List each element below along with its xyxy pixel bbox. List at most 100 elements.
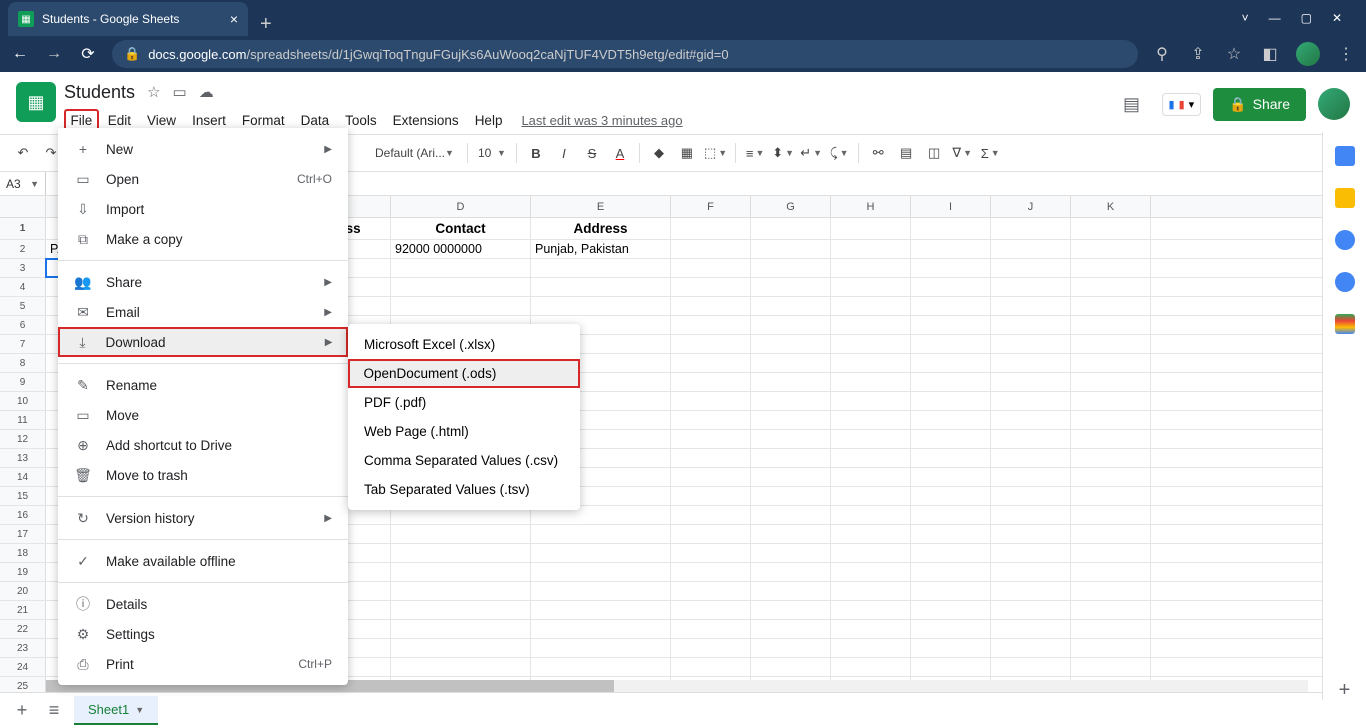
cell[interactable]	[391, 639, 531, 657]
row-header[interactable]: 9	[0, 373, 46, 391]
cell[interactable]	[531, 620, 671, 638]
name-box[interactable]: A3▼	[0, 172, 46, 195]
menu-help[interactable]: Help	[468, 109, 510, 132]
row-header[interactable]: 19	[0, 563, 46, 581]
file-menu-move-to-trash[interactable]: 🗑Move to trash	[58, 460, 348, 490]
cell[interactable]	[911, 218, 991, 239]
row-header[interactable]: 8	[0, 354, 46, 372]
cell[interactable]	[911, 373, 991, 391]
browser-tab[interactable]: Students - Google Sheets ×	[8, 2, 248, 36]
cell[interactable]	[991, 639, 1071, 657]
file-menu-new[interactable]: +New▶	[58, 134, 348, 164]
row-header[interactable]: 1	[0, 218, 46, 239]
cell[interactable]	[671, 240, 751, 258]
cell[interactable]	[831, 240, 911, 258]
cell[interactable]	[531, 658, 671, 676]
cell[interactable]	[671, 658, 751, 676]
row-header[interactable]: 5	[0, 297, 46, 315]
row-header[interactable]: 6	[0, 316, 46, 334]
cell[interactable]	[671, 218, 751, 239]
cell[interactable]	[831, 316, 911, 334]
close-tab-icon[interactable]: ×	[230, 11, 238, 27]
cell[interactable]: Punjab, Pakistan	[531, 240, 671, 258]
rotate-icon[interactable]: ⤹▼	[826, 140, 852, 166]
cell[interactable]	[391, 544, 531, 562]
cell[interactable]	[751, 430, 831, 448]
cell[interactable]	[911, 392, 991, 410]
cell[interactable]	[1071, 658, 1151, 676]
cell[interactable]	[1071, 278, 1151, 296]
cell[interactable]	[831, 563, 911, 581]
cell[interactable]	[831, 582, 911, 600]
cell[interactable]	[391, 525, 531, 543]
comment-icon[interactable]: ▤	[893, 140, 919, 166]
file-menu-make-a-copy[interactable]: ⧉Make a copy	[58, 224, 348, 254]
cell[interactable]	[751, 601, 831, 619]
cell[interactable]	[751, 525, 831, 543]
cell[interactable]	[911, 544, 991, 562]
file-menu-import[interactable]: ⇩Import	[58, 194, 348, 224]
cell[interactable]	[671, 487, 751, 505]
cell[interactable]	[531, 582, 671, 600]
cell[interactable]	[991, 240, 1071, 258]
cell[interactable]	[531, 563, 671, 581]
cell[interactable]	[671, 582, 751, 600]
cell[interactable]	[991, 620, 1071, 638]
cell[interactable]	[1071, 373, 1151, 391]
h-align-icon[interactable]: ≡▼	[742, 140, 768, 166]
cell[interactable]	[991, 582, 1071, 600]
cell[interactable]	[911, 316, 991, 334]
cell[interactable]	[1071, 544, 1151, 562]
text-color-icon[interactable]: A	[607, 140, 633, 166]
cell[interactable]	[1071, 297, 1151, 315]
cell[interactable]	[391, 658, 531, 676]
strike-icon[interactable]: S	[579, 140, 605, 166]
account-avatar[interactable]	[1318, 88, 1350, 120]
cell[interactable]	[751, 487, 831, 505]
cell[interactable]	[751, 639, 831, 657]
cell[interactable]	[831, 449, 911, 467]
cell[interactable]	[751, 658, 831, 676]
move-folder-icon[interactable]: ▭	[173, 83, 187, 101]
cell[interactable]	[671, 525, 751, 543]
col-header[interactable]: G	[751, 196, 831, 217]
comments-icon[interactable]: ▤	[1114, 86, 1150, 122]
chart-icon[interactable]: ◫	[921, 140, 947, 166]
cell[interactable]	[671, 449, 751, 467]
cell[interactable]	[991, 278, 1071, 296]
close-window-icon[interactable]: ✕	[1332, 11, 1342, 25]
cell[interactable]	[1071, 411, 1151, 429]
cell[interactable]	[831, 297, 911, 315]
cell[interactable]	[671, 354, 751, 372]
row-header[interactable]: 7	[0, 335, 46, 353]
cell[interactable]	[671, 601, 751, 619]
cell[interactable]	[911, 354, 991, 372]
cell[interactable]	[831, 620, 911, 638]
wrap-icon[interactable]: ↵▼	[798, 140, 824, 166]
cell[interactable]: Address	[531, 218, 671, 239]
share-url-icon[interactable]: ⇪	[1188, 44, 1208, 64]
file-menu-open[interactable]: ▭OpenCtrl+O	[58, 164, 348, 194]
row-header[interactable]: 18	[0, 544, 46, 562]
col-header[interactable]: I	[911, 196, 991, 217]
v-align-icon[interactable]: ⬍▼	[770, 140, 796, 166]
cell[interactable]	[911, 525, 991, 543]
row-header[interactable]: 12	[0, 430, 46, 448]
cell[interactable]	[831, 544, 911, 562]
cell[interactable]	[751, 259, 831, 277]
cell[interactable]	[751, 563, 831, 581]
cell[interactable]	[671, 639, 751, 657]
file-menu-move[interactable]: ▭Move	[58, 400, 348, 430]
cell[interactable]	[751, 449, 831, 467]
cell[interactable]	[991, 218, 1071, 239]
tasks-icon[interactable]	[1335, 230, 1355, 250]
cell[interactable]	[671, 468, 751, 486]
cell[interactable]	[751, 316, 831, 334]
forward-icon[interactable]: →	[44, 45, 64, 63]
cell[interactable]	[911, 620, 991, 638]
cell[interactable]	[831, 392, 911, 410]
cell[interactable]	[391, 601, 531, 619]
cell[interactable]	[991, 411, 1071, 429]
minimize-chevron-icon[interactable]: ˅	[1242, 11, 1249, 25]
menu-extensions[interactable]: Extensions	[386, 109, 466, 132]
